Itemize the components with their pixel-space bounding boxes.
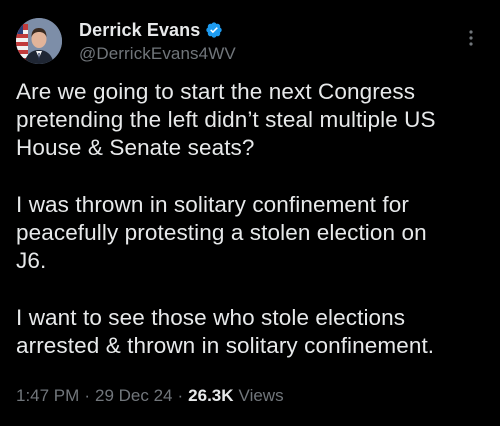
tweet-paragraph: I want to see those who stole elections … xyxy=(16,305,435,358)
tweet-date[interactable]: 29 Dec 24 xyxy=(95,386,173,406)
more-vertical-icon[interactable] xyxy=(464,28,478,48)
display-name[interactable]: Derrick Evans xyxy=(79,20,200,41)
tweet-meta: 1:47 PM · 29 Dec 24 · 26.3K Views xyxy=(16,386,284,406)
tweet-text: Are we going to start the next Congress … xyxy=(16,78,492,360)
tweet-paragraph: Are we going to start the next Congress … xyxy=(16,79,436,160)
verified-badge-icon[interactable] xyxy=(205,21,223,39)
views-label: Views xyxy=(238,386,284,405)
handle[interactable]: @DerrickEvans4WV xyxy=(79,44,236,64)
avatar-image xyxy=(16,18,62,64)
tweet-time[interactable]: 1:47 PM xyxy=(16,386,79,406)
avatar[interactable] xyxy=(16,18,62,64)
author-names: Derrick Evans @DerrickEvans4WV xyxy=(79,18,236,64)
tweet-card: Derrick Evans @DerrickEvans4WV Are we go… xyxy=(0,0,500,426)
tweet-header: Derrick Evans @DerrickEvans4WV xyxy=(16,16,484,68)
meta-separator: · xyxy=(177,386,184,405)
display-name-row: Derrick Evans xyxy=(79,18,236,42)
tweet-paragraph: I was thrown in solitary confinement for… xyxy=(16,192,427,273)
meta-separator: · xyxy=(84,386,90,405)
views-count[interactable]: 26.3K xyxy=(188,386,233,406)
